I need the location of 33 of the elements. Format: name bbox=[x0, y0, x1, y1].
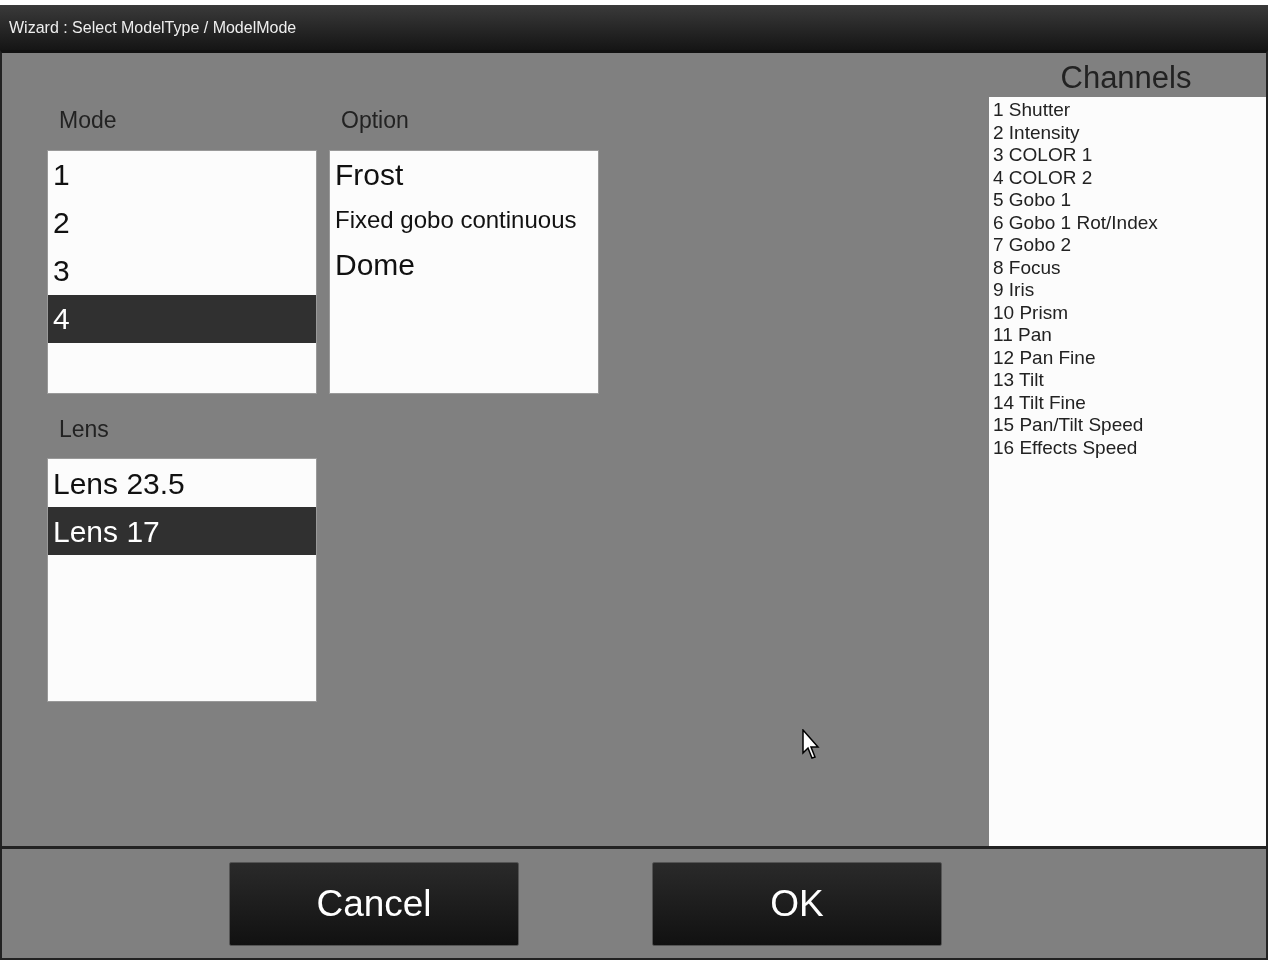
channel-item: 14 Tilt Fine bbox=[993, 391, 1087, 414]
cursor-icon bbox=[802, 729, 822, 761]
channel-item: 6 Gobo 1 Rot/Index bbox=[993, 211, 1159, 234]
channel-item: 13 Tilt bbox=[993, 369, 1045, 392]
channel-item: 16 Effects Speed bbox=[993, 436, 1139, 459]
mode-item[interactable]: 3 bbox=[48, 246, 316, 295]
channels-title: Channels bbox=[1059, 59, 1193, 97]
lens-label: Lens bbox=[59, 414, 109, 444]
channel-item: 12 Pan Fine bbox=[993, 346, 1097, 369]
channel-item: 1 Shutter bbox=[993, 99, 1072, 122]
option-item[interactable]: Dome bbox=[330, 240, 598, 289]
channel-item: 9 Iris bbox=[993, 279, 1036, 302]
lens-item[interactable]: Lens 23.5 bbox=[48, 459, 316, 507]
channel-item: 8 Focus bbox=[993, 256, 1062, 279]
channel-item: 3 COLOR 1 bbox=[993, 144, 1094, 167]
channel-item: 7 Gobo 2 bbox=[993, 234, 1073, 257]
channel-item: 4 COLOR 2 bbox=[993, 166, 1094, 189]
option-label: Option bbox=[341, 106, 409, 135]
channel-item: 15 Pan/Tilt Speed bbox=[993, 414, 1145, 437]
channel-item: 5 Gobo 1 bbox=[993, 189, 1073, 212]
ok-button[interactable]: OK bbox=[652, 861, 942, 946]
option-item[interactable]: Frost bbox=[330, 150, 598, 199]
channel-item: 2 Intensity bbox=[993, 121, 1081, 144]
channel-item: 11 Pan bbox=[993, 324, 1053, 347]
option-item[interactable]: Fixed gobo continuous bbox=[330, 198, 598, 241]
mode-item[interactable]: 1 bbox=[48, 150, 316, 199]
window-title: Wizard : Select ModelType / ModelMode bbox=[9, 17, 297, 38]
mode-label: Mode bbox=[59, 106, 117, 135]
mode-item[interactable]: 4 bbox=[48, 294, 316, 343]
mode-item[interactable]: 2 bbox=[48, 198, 316, 247]
cancel-button[interactable]: Cancel bbox=[229, 861, 519, 946]
lens-item[interactable]: Lens 17 bbox=[48, 507, 316, 555]
channel-item: 10 Prism bbox=[993, 301, 1069, 324]
